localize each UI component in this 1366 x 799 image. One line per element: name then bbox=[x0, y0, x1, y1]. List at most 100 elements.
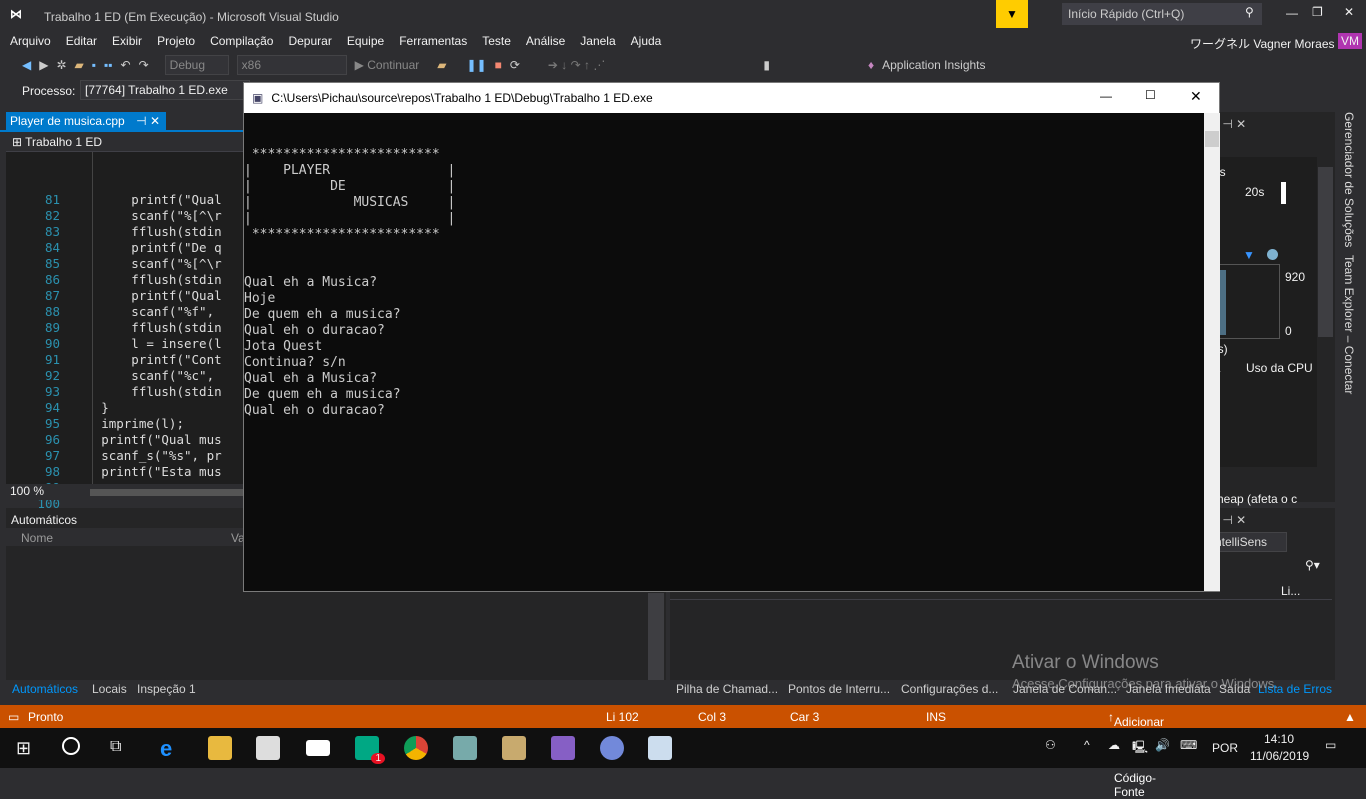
clock-date[interactable]: 11/06/2019 bbox=[1250, 749, 1309, 763]
save-all-icon[interactable]: ▪▪ bbox=[104, 58, 113, 72]
tab-team-explorer[interactable]: Team Explorer – Conectar bbox=[1342, 255, 1356, 394]
source-control-button[interactable]: ↑ Adicionar ao Controle do Código-Fonte bbox=[1108, 710, 1164, 799]
task-view-icon[interactable]: ⧉ bbox=[110, 738, 121, 756]
process-select[interactable]: [77764] Trabalho 1 ED.exe bbox=[80, 80, 250, 100]
menu-exibir[interactable]: Exibir bbox=[112, 34, 142, 48]
menu-projeto[interactable]: Projeto bbox=[157, 34, 195, 48]
edge-icon[interactable]: e bbox=[160, 736, 184, 761]
open-icon[interactable]: ▰ bbox=[75, 58, 84, 72]
tab-solution-explorer[interactable]: Gerenciador de Soluções bbox=[1342, 112, 1356, 247]
filter-select[interactable]: ntelliSens bbox=[1210, 532, 1287, 552]
redo-icon[interactable]: ↷ bbox=[139, 58, 149, 72]
menu-compilacao[interactable]: Compilação bbox=[210, 34, 273, 48]
menu-ferramentas[interactable]: Ferramentas bbox=[399, 34, 467, 48]
col-line[interactable]: Li... bbox=[1281, 584, 1300, 598]
new-project-icon[interactable]: ✲ bbox=[56, 58, 66, 72]
editor-hscroll[interactable]: 100 % bbox=[6, 484, 243, 500]
chrome-icon[interactable] bbox=[404, 736, 428, 760]
explorer-icon[interactable] bbox=[208, 736, 232, 760]
code-line: l = insere(l bbox=[41, 336, 222, 351]
action-center-icon[interactable]: ▭ bbox=[1325, 738, 1336, 752]
forward-icon[interactable]: ▶ bbox=[39, 58, 48, 72]
code-line: scanf_s("%s", pr bbox=[41, 448, 222, 463]
console-maximize[interactable]: ☐ bbox=[1145, 88, 1156, 102]
tab-comandos[interactable]: Janela de Coman... bbox=[1013, 682, 1117, 696]
autos-scrollbar[interactable] bbox=[648, 593, 664, 680]
code-editor[interactable]: 8182838485868788899091929394959697989910… bbox=[6, 152, 243, 511]
tab-lista-erros[interactable]: Lista de Erros bbox=[1258, 682, 1332, 696]
clock-time[interactable]: 14:10 bbox=[1264, 732, 1294, 746]
mail-icon[interactable] bbox=[306, 740, 330, 756]
keyboard-icon[interactable]: ⌨ bbox=[1180, 738, 1197, 752]
user-name[interactable]: ワーグネル Vagner Moraes bbox=[1190, 35, 1335, 52]
search-icon[interactable]: ⚲▾ bbox=[1305, 558, 1320, 572]
step-icons[interactable]: ➔ ↓ ↷ ↑ ⋰ bbox=[548, 58, 605, 72]
menu-arquivo[interactable]: Arquivo bbox=[10, 34, 51, 48]
restart-icon[interactable]: ⟳ bbox=[510, 58, 520, 72]
title-bar: ⋈ Trabalho 1 ED (Em Execução) - Microsof… bbox=[0, 0, 1366, 32]
menu-analise[interactable]: Análise bbox=[526, 34, 565, 48]
avatar[interactable]: VM bbox=[1338, 33, 1362, 49]
menu-editar[interactable]: Editar bbox=[66, 34, 97, 48]
tab-automaticos[interactable]: Automáticos bbox=[12, 682, 78, 696]
config-select[interactable]: Debug bbox=[164, 55, 229, 75]
tab-config[interactable]: Configurações d... bbox=[901, 682, 998, 696]
console-titlebar[interactable]: ▣ C:\Users\Pichau\source\repos\Trabalho … bbox=[244, 83, 1219, 113]
save-icon[interactable]: ▪ bbox=[92, 58, 96, 72]
stop-icon[interactable]: ■ bbox=[495, 58, 502, 72]
diag-scrollbar[interactable] bbox=[1318, 167, 1333, 337]
tab-player-de-musica[interactable]: Player de musica.cpp ⊣ ✕ bbox=[6, 112, 166, 131]
app-icon[interactable] bbox=[453, 736, 477, 760]
bell-icon[interactable]: ▲ bbox=[1344, 710, 1356, 724]
app-insights-button[interactable]: Application Insights bbox=[882, 58, 985, 72]
console-window[interactable]: ▣ C:\Users\Pichau\source\repos\Trabalho … bbox=[243, 82, 1220, 592]
tab-cpu[interactable]: Uso da CPU bbox=[1246, 361, 1313, 375]
league-icon[interactable] bbox=[502, 736, 526, 760]
menu-ajuda[interactable]: Ajuda bbox=[631, 34, 662, 48]
onedrive-icon[interactable]: ☁ bbox=[1108, 738, 1120, 752]
console-scrollbar[interactable] bbox=[1204, 113, 1220, 591]
platform-select[interactable]: x86 bbox=[236, 55, 347, 75]
store-icon[interactable] bbox=[256, 736, 280, 760]
tab-pontos[interactable]: Pontos de Interru... bbox=[788, 682, 890, 696]
visual-studio-icon[interactable] bbox=[551, 736, 575, 760]
back-icon[interactable]: ◀ bbox=[22, 58, 31, 72]
zoom-select[interactable]: 100 % bbox=[6, 484, 44, 498]
menu-depurar[interactable]: Depurar bbox=[288, 34, 331, 48]
tab-inspecao[interactable]: Inspeção 1 bbox=[137, 682, 196, 696]
console-line: | PLAYER | bbox=[244, 163, 456, 178]
menu-janela[interactable]: Janela bbox=[580, 34, 615, 48]
tab-imediata[interactable]: Janela Imediata bbox=[1126, 682, 1211, 696]
tab-locais[interactable]: Locais bbox=[92, 682, 127, 696]
undo-icon[interactable]: ↶ bbox=[121, 58, 131, 72]
close-tab-icon[interactable]: ⊣ ✕ bbox=[136, 114, 160, 128]
feedback-icon[interactable]: ▼ bbox=[996, 0, 1028, 28]
whatsapp-icon[interactable]: 1 bbox=[355, 736, 385, 764]
console-taskbar-icon[interactable] bbox=[648, 736, 672, 760]
tab-saida[interactable]: Saída bbox=[1219, 682, 1250, 696]
continue-button[interactable]: ▶ Continuar bbox=[355, 58, 420, 72]
network-icon[interactable]: 🖳 bbox=[1132, 738, 1148, 759]
volume-icon[interactable]: 🔊 bbox=[1155, 738, 1170, 752]
console-minimize[interactable]: — bbox=[1100, 89, 1112, 103]
quick-launch-input[interactable]: Início Rápido (Ctrl+Q) bbox=[1062, 3, 1262, 25]
language-indicator[interactable]: POR bbox=[1212, 741, 1238, 755]
windows-start-icon[interactable]: ⊞ bbox=[16, 738, 31, 759]
pause-icon[interactable]: ❚❚ bbox=[467, 58, 487, 72]
cortana-icon[interactable] bbox=[62, 737, 80, 755]
bookmark-icon[interactable]: ▮ bbox=[763, 58, 770, 72]
maximize-button[interactable]: ❐ bbox=[1312, 5, 1323, 19]
chevron-up-icon[interactable]: ^ bbox=[1084, 738, 1090, 752]
breadcrumb[interactable]: ⊞ Trabalho 1 ED bbox=[6, 132, 243, 152]
minimize-button[interactable]: — bbox=[1286, 6, 1298, 20]
discord-icon[interactable] bbox=[600, 736, 624, 760]
process-label: Processo: bbox=[22, 84, 76, 98]
tab-pilha[interactable]: Pilha de Chamad... bbox=[676, 682, 778, 696]
console-output[interactable]: ************************ | PLAYER | | DE |… bbox=[244, 113, 1219, 451]
console-close[interactable]: ✕ bbox=[1190, 88, 1202, 105]
menu-equipe[interactable]: Equipe bbox=[347, 34, 384, 48]
close-button[interactable]: ✕ bbox=[1344, 5, 1354, 19]
people-icon[interactable]: ⚇ bbox=[1045, 738, 1056, 752]
menu-teste[interactable]: Teste bbox=[482, 34, 511, 48]
process-icon[interactable]: ▰ bbox=[437, 58, 446, 72]
